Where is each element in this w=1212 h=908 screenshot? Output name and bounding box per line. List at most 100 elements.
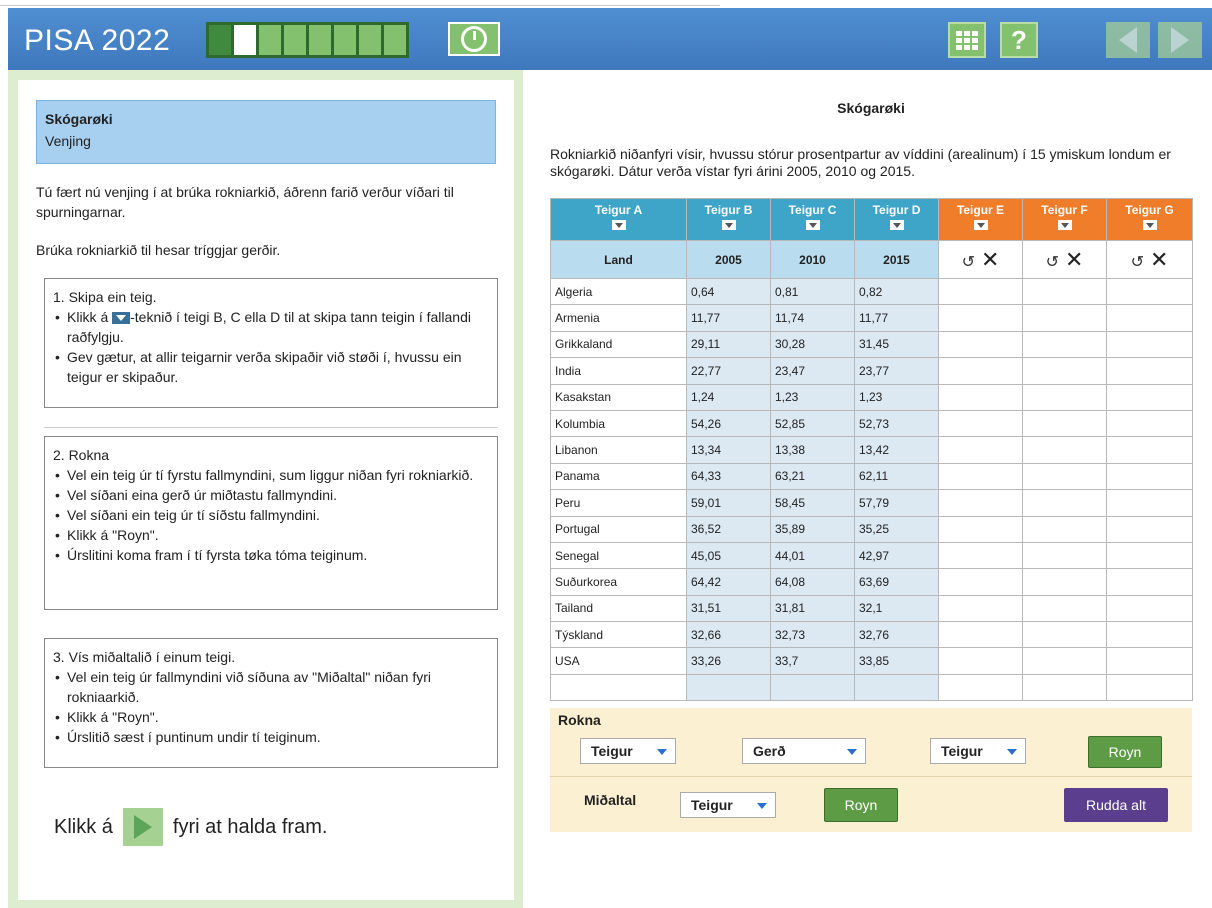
- table-cell[interactable]: Algeria: [550, 277, 687, 306]
- table-cell[interactable]: Grikkaland: [550, 330, 687, 359]
- table-cell[interactable]: [1106, 462, 1193, 491]
- sort-dropdown-icon[interactable]: [889, 220, 904, 230]
- table-cell[interactable]: 30,28: [770, 330, 855, 359]
- clear-all-button[interactable]: Rudda alt: [1064, 788, 1168, 822]
- timer-button[interactable]: [448, 22, 500, 56]
- table-cell[interactable]: 22,77: [686, 357, 771, 385]
- table-cell[interactable]: 36,52: [686, 515, 771, 543]
- table-cell[interactable]: [770, 673, 855, 702]
- table-cell[interactable]: 57,79: [854, 489, 939, 517]
- table-cell[interactable]: Peru: [550, 489, 687, 517]
- table-cell[interactable]: 64,33: [686, 462, 771, 491]
- column-header-c[interactable]: Teigur C: [770, 198, 855, 241]
- midaltal-try-button[interactable]: Royn: [824, 788, 898, 822]
- table-cell[interactable]: [1022, 357, 1107, 385]
- table-cell[interactable]: [1106, 489, 1193, 517]
- table-cell[interactable]: Senegal: [550, 541, 687, 570]
- table-cell[interactable]: 11,77: [854, 304, 939, 332]
- table-cell[interactable]: 35,25: [854, 515, 939, 543]
- undo-icon[interactable]: ↺: [962, 254, 975, 271]
- table-cell[interactable]: [1022, 621, 1107, 649]
- play-button[interactable]: [122, 808, 163, 846]
- table-cell[interactable]: [1022, 330, 1107, 359]
- table-cell[interactable]: 1,23: [854, 383, 939, 411]
- table-cell[interactable]: [938, 383, 1023, 411]
- table-cell[interactable]: 54,26: [686, 409, 771, 438]
- table-cell[interactable]: 64,42: [686, 568, 771, 596]
- table-cell[interactable]: 31,45: [854, 330, 939, 359]
- column-header-d[interactable]: Teigur D: [854, 198, 939, 241]
- table-cell[interactable]: 52,85: [770, 409, 855, 438]
- table-cell[interactable]: [1022, 277, 1107, 306]
- table-cell[interactable]: [938, 647, 1023, 675]
- table-cell[interactable]: [938, 357, 1023, 385]
- table-cell[interactable]: 23,77: [854, 357, 939, 385]
- table-cell[interactable]: USA: [550, 647, 687, 675]
- table-cell[interactable]: Panama: [550, 462, 687, 491]
- table-cell[interactable]: [1022, 383, 1107, 411]
- table-cell[interactable]: [938, 541, 1023, 570]
- table-cell[interactable]: [938, 673, 1023, 702]
- table-cell[interactable]: [1106, 568, 1193, 596]
- table-cell[interactable]: Kasakstan: [550, 383, 687, 411]
- sort-dropdown-icon[interactable]: [721, 220, 736, 230]
- table-cell[interactable]: Týskland: [550, 621, 687, 649]
- table-cell[interactable]: Suðurkorea: [550, 568, 687, 596]
- table-cell[interactable]: 63,69: [854, 568, 939, 596]
- table-cell[interactable]: 0,81: [770, 277, 855, 306]
- column-header-f[interactable]: Teigur F: [1022, 198, 1107, 241]
- table-cell[interactable]: [1022, 409, 1107, 438]
- table-cell[interactable]: 13,42: [854, 436, 939, 464]
- table-cell[interactable]: 44,01: [770, 541, 855, 570]
- table-cell[interactable]: 32,1: [854, 594, 939, 623]
- table-cell[interactable]: 35,89: [770, 515, 855, 543]
- table-cell[interactable]: 32,76: [854, 621, 939, 649]
- help-button[interactable]: ?: [1000, 22, 1038, 58]
- table-cell[interactable]: Tailand: [550, 594, 687, 623]
- table-cell[interactable]: [1022, 673, 1107, 702]
- table-cell[interactable]: 58,45: [770, 489, 855, 517]
- table-cell[interactable]: 13,34: [686, 436, 771, 464]
- table-cell[interactable]: India: [550, 357, 687, 385]
- rokna-column-select-1[interactable]: Teigur: [580, 738, 676, 764]
- sort-dropdown-icon[interactable]: [973, 220, 988, 230]
- table-cell[interactable]: 0,82: [854, 277, 939, 306]
- table-cell[interactable]: [1106, 647, 1193, 675]
- table-cell[interactable]: 33,7: [770, 647, 855, 675]
- midaltal-column-select[interactable]: Teigur: [680, 792, 776, 818]
- table-cell[interactable]: 42,97: [854, 541, 939, 570]
- table-cell[interactable]: [1022, 541, 1107, 570]
- table-cell[interactable]: 45,05: [686, 541, 771, 570]
- table-cell[interactable]: [938, 409, 1023, 438]
- table-cell[interactable]: [1106, 383, 1193, 411]
- rokna-column-select-2[interactable]: Teigur: [930, 738, 1026, 764]
- table-cell[interactable]: [938, 277, 1023, 306]
- table-cell[interactable]: [1106, 357, 1193, 385]
- sort-dropdown-icon[interactable]: [1142, 220, 1157, 230]
- table-cell[interactable]: [938, 304, 1023, 332]
- table-cell[interactable]: 31,51: [686, 594, 771, 623]
- column-header-g[interactable]: Teigur G: [1106, 198, 1193, 241]
- table-cell[interactable]: [854, 673, 939, 702]
- table-cell[interactable]: [1022, 304, 1107, 332]
- table-cell[interactable]: 31,81: [770, 594, 855, 623]
- table-cell[interactable]: [1106, 330, 1193, 359]
- back-button[interactable]: [1106, 22, 1150, 58]
- table-cell[interactable]: [1106, 277, 1193, 306]
- sort-dropdown-icon[interactable]: [1057, 220, 1072, 230]
- forward-button[interactable]: [1158, 22, 1202, 58]
- table-cell[interactable]: 1,24: [686, 383, 771, 411]
- table-cell[interactable]: 11,74: [770, 304, 855, 332]
- table-cell[interactable]: 33,85: [854, 647, 939, 675]
- undo-icon[interactable]: ↺: [1131, 254, 1144, 271]
- calculator-button[interactable]: [948, 22, 986, 58]
- table-cell[interactable]: [1106, 515, 1193, 543]
- table-cell[interactable]: [1106, 594, 1193, 623]
- table-cell[interactable]: [938, 436, 1023, 464]
- table-cell[interactable]: [1106, 436, 1193, 464]
- column-header-b[interactable]: Teigur B: [686, 198, 771, 241]
- table-cell[interactable]: 52,73: [854, 409, 939, 438]
- undo-icon[interactable]: ↺: [1046, 254, 1059, 271]
- table-cell[interactable]: 64,08: [770, 568, 855, 596]
- table-cell[interactable]: [550, 673, 687, 702]
